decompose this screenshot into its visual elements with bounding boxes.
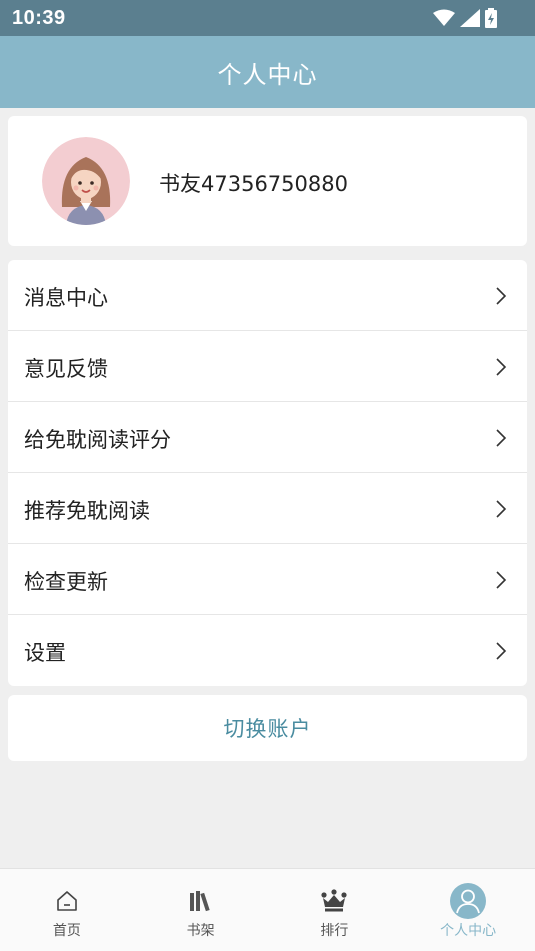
chevron-right-icon [496, 571, 507, 589]
chevron-right-icon [496, 287, 507, 305]
tab-label: 首页 [52, 923, 81, 939]
header-bar: 个人中心 [0, 36, 535, 108]
switch-account-label: 切换账户 [223, 717, 312, 741]
tab-label: 书架 [186, 923, 215, 939]
tab-label: 个人中心 [440, 923, 497, 939]
home-icon [57, 891, 77, 911]
page-title: 个人中心 [217, 60, 318, 89]
status-bar: 10:39 [0, 0, 535, 36]
menu-item-recommend-app[interactable]: 推荐免耽阅读 [8, 473, 527, 544]
switch-account-button[interactable]: 切换账户 [8, 695, 527, 761]
username: 书友47356750880 [159, 172, 348, 196]
menu-item-feedback[interactable]: 意见反馈 [8, 331, 527, 402]
menu-item-label: 意见反馈 [24, 357, 108, 381]
tab-profile[interactable]: 个人中心 [401, 869, 535, 951]
menu-item-messages[interactable]: 消息中心 [8, 260, 527, 331]
menu-item-settings[interactable]: 设置 [8, 615, 527, 686]
avatar-illustration [42, 137, 130, 225]
menu-item-check-update[interactable]: 检查更新 [8, 544, 527, 615]
tab-ranking[interactable]: 排行 [268, 869, 402, 951]
profile-card[interactable]: 书友47356750880 [8, 116, 527, 246]
chevron-right-icon [496, 358, 507, 376]
wifi-icon [433, 9, 455, 26]
menu-item-label: 检查更新 [24, 570, 108, 594]
status-time: 10:39 [12, 7, 66, 29]
bookshelf-icon [189, 891, 210, 912]
menu-list: 消息中心 意见反馈 给免耽阅读评分 推荐免耽阅读 检查更新 设置 [8, 260, 527, 686]
signal-icon [460, 9, 480, 27]
menu-item-label: 消息中心 [24, 286, 108, 310]
avatar[interactable] [42, 137, 130, 225]
crown-icon [321, 889, 347, 912]
menu-item-label: 给免耽阅读评分 [24, 428, 171, 452]
tab-home[interactable]: 首页 [0, 869, 134, 951]
menu-item-label: 推荐免耽阅读 [24, 499, 150, 523]
chevron-right-icon [496, 642, 507, 660]
menu-item-rate-app[interactable]: 给免耽阅读评分 [8, 402, 527, 473]
status-icons [433, 6, 497, 30]
bottom-tab-bar: 首页 书架 排行 个人中心 [0, 868, 535, 951]
menu-item-label: 设置 [24, 641, 66, 665]
chevron-right-icon [496, 429, 507, 447]
chevron-right-icon [496, 500, 507, 518]
battery-icon [485, 8, 497, 28]
user-icon [450, 883, 487, 919]
tab-bookshelf[interactable]: 书架 [134, 869, 268, 951]
tab-label: 排行 [320, 923, 349, 939]
